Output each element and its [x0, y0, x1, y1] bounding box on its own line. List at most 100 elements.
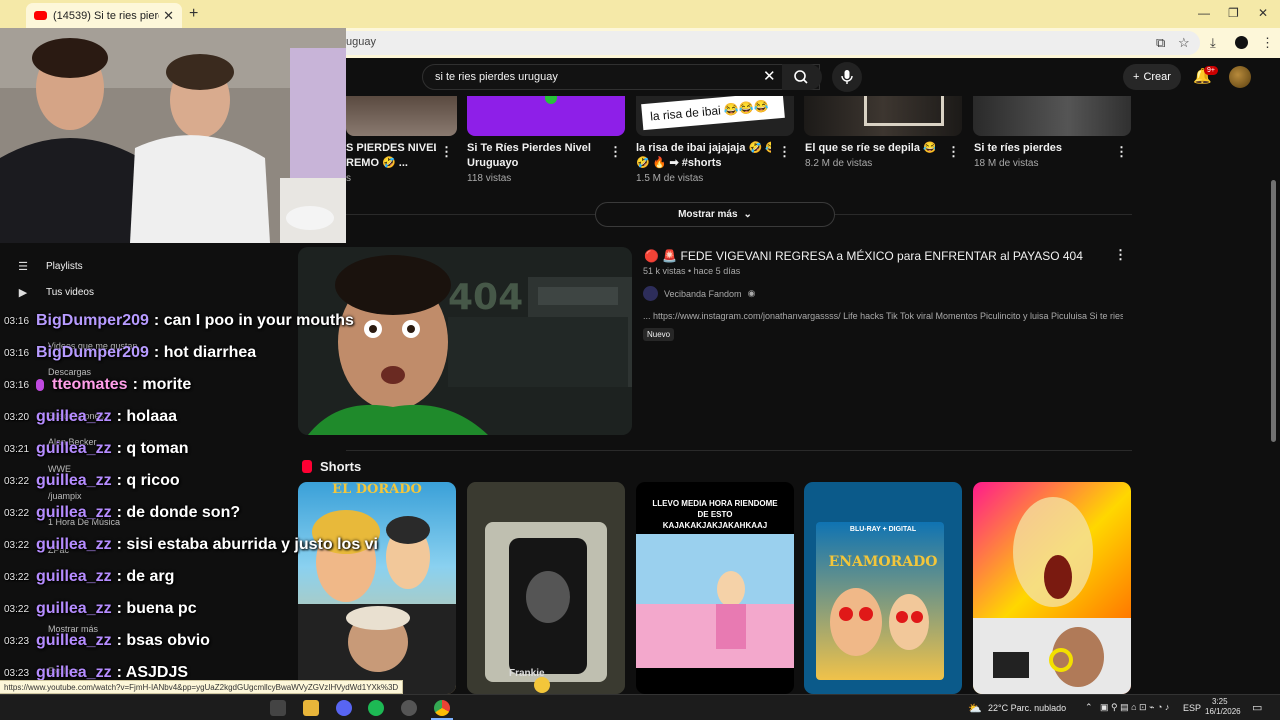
download-icon[interactable]: ⤓: [1210, 35, 1216, 51]
more-options-icon[interactable]: ⋮: [1114, 247, 1127, 263]
video-title[interactable]: REMO 🤣 ...: [346, 156, 436, 171]
close-window-button[interactable]: ✕: [1258, 6, 1268, 20]
tray-chevron-icon[interactable]: ⌃: [1085, 702, 1093, 713]
shorts-heading: Shorts: [302, 459, 361, 474]
chat-username[interactable]: tteomates: [52, 376, 128, 394]
chat-username[interactable]: guillea_zz: [36, 440, 112, 458]
chat-username[interactable]: guillea_zz: [36, 568, 112, 586]
featured-video-title[interactable]: 🔴 🚨 FEDE VIGEVANI REGRESA a MÉXICO para …: [644, 249, 1083, 263]
tray-icons[interactable]: ▣ ⚲ ▤ ⌂ ⊡ ⌁ ◔ ♪: [1100, 702, 1169, 713]
show-more-button[interactable]: Mostrar más ⌄: [595, 202, 835, 227]
short-thumbnail[interactable]: EL DORADO: [298, 482, 456, 694]
more-options-icon[interactable]: ⋮: [440, 144, 453, 160]
featured-video-thumbnail[interactable]: 404: [298, 247, 632, 435]
windows-taskbar: ⛅ 22°C Parc. nublado ⌃ ▣ ⚲ ▤ ⌂ ⊡ ⌁ ◔ ♪ E…: [0, 694, 1280, 720]
chat-username[interactable]: guillea_zz: [36, 504, 112, 522]
search-button[interactable]: [782, 64, 822, 90]
thumbnail-caption: la risa de ibai 😂😂😂: [641, 96, 785, 131]
chat-username[interactable]: guillea_zz: [36, 632, 112, 650]
chat-text: : de donde son?: [116, 504, 241, 521]
weather-text[interactable]: 22°C Parc. nublado: [988, 703, 1066, 713]
task-view-icon[interactable]: [270, 700, 286, 716]
chevron-down-icon: ⌄: [743, 209, 752, 220]
video-title[interactable]: la risa de ibai jajajaja 🤣 😂: [636, 141, 771, 156]
account-avatar[interactable]: [1229, 66, 1251, 88]
chat-timestamp: 03:23: [4, 635, 30, 647]
chat-username[interactable]: guillea_zz: [36, 408, 112, 426]
video-views: s: [346, 173, 351, 184]
short-thumbnail[interactable]: Frankie: [467, 482, 625, 694]
sidebar-item-playlists[interactable]: ☰ Playlists: [16, 260, 83, 273]
discord-icon[interactable]: [336, 700, 352, 716]
video-icon: ▶: [18, 287, 28, 299]
chat-message: 03:23 guillea_zz: bsas obvio: [4, 629, 210, 653]
short-thumbnail[interactable]: [973, 482, 1131, 694]
browser-menu-icon[interactable]: ⋮: [1261, 35, 1274, 51]
chat-text: : morite: [132, 376, 192, 393]
chat-username[interactable]: BigDumper209: [36, 312, 149, 330]
sidebar-item-your-videos[interactable]: ▶ Tus videos: [16, 286, 94, 299]
address-bar[interactable]: uguay: [330, 31, 1200, 55]
chat-text: : q toman: [116, 440, 189, 457]
more-options-icon[interactable]: ⋮: [947, 144, 960, 160]
chat-timestamp: 03:23: [4, 667, 30, 679]
video-title[interactable]: S PIERDES NIVEL: [346, 141, 436, 156]
more-options-icon[interactable]: ⋮: [778, 144, 791, 160]
spotify-icon[interactable]: [368, 700, 384, 716]
chat-username[interactable]: guillea_zz: [36, 472, 112, 490]
notification-center-icon[interactable]: ▭: [1252, 701, 1262, 714]
bookmark-star-icon[interactable]: ☆: [1178, 35, 1190, 51]
plus-icon: +: [1133, 71, 1140, 83]
verified-icon: ◉: [747, 288, 756, 298]
clear-search-icon[interactable]: ✕: [763, 67, 776, 85]
channel-avatar[interactable]: [643, 286, 658, 301]
maximize-button[interactable]: ❐: [1228, 6, 1239, 20]
chat-message: 03:16 tteomates: morite: [4, 373, 191, 397]
install-app-icon[interactable]: ⧉: [1156, 35, 1165, 51]
minimize-button[interactable]: —: [1198, 6, 1210, 20]
video-thumbnail[interactable]: [346, 96, 457, 136]
more-options-icon[interactable]: ⋮: [1115, 144, 1128, 160]
voice-search-button[interactable]: [832, 62, 862, 92]
page-scrollbar[interactable]: [1271, 180, 1276, 442]
chat-username[interactable]: BigDumper209: [36, 344, 149, 362]
chrome-icon[interactable]: [434, 700, 450, 716]
clock-date[interactable]: 16/1/2026: [1205, 707, 1241, 716]
more-options-icon[interactable]: ⋮: [609, 144, 622, 160]
chat-text: : holaaa: [116, 408, 178, 425]
chat-badge-icon: [36, 379, 44, 391]
language-indicator[interactable]: ESP: [1183, 703, 1201, 713]
video-title[interactable]: El que se ríe se depila 😂: [805, 141, 935, 156]
chat-text: : de arg: [116, 568, 175, 585]
create-button[interactable]: + Crear: [1123, 64, 1181, 90]
new-tab-button[interactable]: +: [189, 5, 198, 23]
channel-name[interactable]: Vecibanda Fandom: [664, 289, 742, 299]
chat-username[interactable]: guillea_zz: [36, 536, 112, 554]
weather-icon[interactable]: ⛅: [968, 702, 982, 715]
featured-video-meta: 51 k vistas • hace 5 días: [643, 266, 741, 276]
video-thumbnail[interactable]: [973, 96, 1131, 136]
chat-username[interactable]: guillea_zz: [36, 600, 112, 618]
video-thumbnail[interactable]: la risa de ibai 😂😂😂: [636, 96, 794, 136]
search-input[interactable]: si te ries pierdes uruguay: [422, 64, 820, 90]
video-thumbnail[interactable]: [804, 96, 962, 136]
notifications-badge: 9+: [1204, 66, 1218, 75]
short-thumbnail[interactable]: LLEVO MEDIA HORA RIENDOME DE ESTO KAJAKA…: [636, 482, 794, 694]
video-title[interactable]: 🤣 🔥 ➡ #shorts: [636, 156, 771, 171]
short-thumbnail[interactable]: BLU-RAY + DIGITAL ENAMORADO: [804, 482, 962, 694]
video-thumbnail[interactable]: [467, 96, 625, 136]
obs-icon[interactable]: [401, 700, 417, 716]
webcam-image: [0, 28, 346, 243]
chat-text: : hot diarrhea: [153, 344, 257, 361]
browser-tab[interactable]: (14539) Si te ries pierdes urugu ✕: [26, 3, 182, 28]
video-title[interactable]: Si te ríes pierdes: [974, 141, 1104, 156]
thumbnail-overlay-text: 404: [448, 277, 524, 318]
clock-time[interactable]: 3:25: [1212, 697, 1228, 706]
microphone-icon: [841, 70, 853, 84]
video-title[interactable]: Uruguayo: [467, 156, 597, 171]
profile-icon[interactable]: [1235, 36, 1248, 49]
channel-row[interactable]: Vecibanda Fandom ◉: [643, 286, 755, 301]
file-explorer-icon[interactable]: [303, 700, 319, 716]
tab-close-icon[interactable]: ✕: [163, 8, 174, 24]
video-title[interactable]: Si Te Ríes Pierdes Nivel: [467, 141, 597, 156]
